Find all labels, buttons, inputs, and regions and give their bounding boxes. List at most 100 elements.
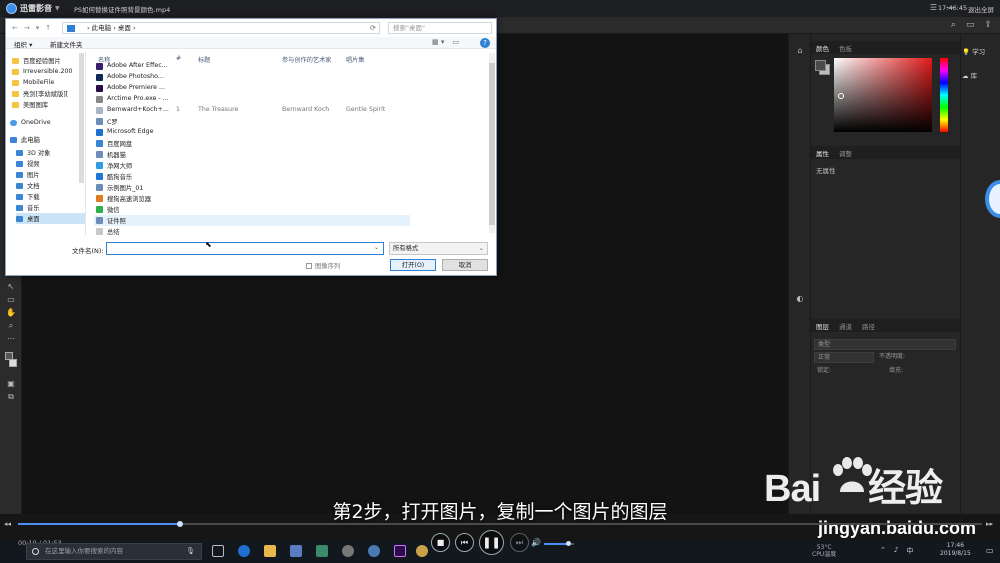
tab-adjustments[interactable]: 调整 [839, 148, 852, 158]
premiere-icon[interactable] [394, 545, 406, 557]
microphone-icon[interactable]: 🎙 [186, 544, 195, 559]
file-explorer-icon[interactable] [264, 545, 276, 557]
file-row[interactable]: Adobe Photosho... [94, 72, 410, 83]
speaker-icon[interactable]: ♪ [894, 546, 898, 556]
sidebar-item[interactable]: MobileFile [12, 77, 84, 88]
edge-icon[interactable] [238, 545, 250, 557]
tab-swatches[interactable]: 色板 [839, 43, 852, 53]
sidebar-item[interactable]: 百度经验图片 [12, 55, 84, 66]
layer-kind-filter[interactable]: 类型 [814, 339, 956, 350]
new-folder-button[interactable]: 新建文件夹 [50, 39, 83, 49]
hand-tool-icon[interactable]: ✋ [5, 308, 17, 318]
chevron-down-icon[interactable]: ⌄ [374, 244, 379, 251]
blend-mode-select[interactable]: 正常 [814, 352, 874, 363]
fill-field[interactable]: 填充: [886, 366, 936, 377]
task-view-icon[interactable] [212, 545, 224, 557]
cancel-button[interactable]: 取消 [442, 259, 488, 271]
sidebar-item[interactable]: 3D 对象 [16, 147, 85, 158]
screen-mode-icon[interactable]: ⧉ [5, 392, 17, 402]
tab-layers[interactable]: 图层 [816, 321, 829, 331]
ime-indicator[interactable]: 中 [906, 546, 913, 556]
rectangle-tool-icon[interactable]: ▭ [5, 295, 17, 305]
navigation-scrollbar[interactable] [79, 53, 84, 183]
sidebar-item[interactable]: Irreversible.200 [12, 66, 84, 77]
sidebar-item[interactable]: 文档 [16, 180, 85, 191]
volume-knob[interactable] [566, 541, 571, 546]
background-color-icon[interactable] [9, 359, 17, 367]
color-panel-fg-swatch[interactable] [815, 60, 826, 71]
sidebar-item[interactable]: 音乐 [16, 202, 85, 213]
fast-forward-icon[interactable]: ▸▸ [986, 520, 993, 528]
path-select-tool-icon[interactable]: ↖ [5, 282, 17, 292]
sidebar-item[interactable]: 桌面 [16, 213, 85, 224]
network-icon[interactable]: ⌃ [880, 546, 886, 556]
file-row[interactable]: Microsoft Edge [94, 127, 410, 138]
file-row[interactable]: Bernward+Koch+... 1 The Treasure Bernward K… [94, 105, 410, 116]
previous-button[interactable]: ⏮ [455, 533, 474, 552]
exit-fullscreen-button[interactable]: 退出全屏 [968, 4, 994, 14]
breadcrumb-this-pc[interactable]: 此电脑 [92, 24, 112, 32]
share-icon[interactable]: ⇪ [984, 20, 992, 30]
progress-knob[interactable] [177, 521, 183, 527]
file-list-scroll-thumb[interactable] [489, 63, 495, 225]
sidebar-item[interactable]: 视频 [16, 158, 85, 169]
sidebar-item[interactable]: OneDrive [10, 117, 82, 128]
sidebar-item[interactable]: 亮剑[李幼斌版][ [12, 88, 84, 99]
quick-mask-icon[interactable]: ▣ [5, 379, 17, 389]
color-picker-marker[interactable] [838, 93, 844, 99]
tab-paths[interactable]: 路径 [862, 321, 875, 331]
app-icon-4[interactable] [368, 545, 380, 557]
file-row[interactable]: Adobe Premiere ... [94, 83, 410, 94]
sidebar-item[interactable]: 图片 [16, 169, 85, 180]
pause-button[interactable]: ❚❚ [479, 530, 504, 555]
back-arrow-icon[interactable]: ← [12, 24, 18, 32]
forward-arrow-icon[interactable]: → [24, 24, 30, 32]
search-input[interactable]: 搜索"桌面" [388, 22, 492, 34]
app-icon-1[interactable] [290, 545, 302, 557]
file-row[interactable]: 微信 [94, 204, 410, 215]
breadcrumb-desktop[interactable]: 桌面 [118, 24, 131, 32]
hue-slider[interactable] [940, 58, 948, 132]
adjust-icon[interactable]: ◐ [794, 294, 806, 304]
file-row[interactable]: 机器猫 [94, 149, 410, 160]
file-row[interactable]: 搜狗高速浏览器 [94, 193, 410, 204]
learn-panel-button[interactable]: 💡 学习 [962, 46, 985, 56]
sidebar-item[interactable]: 下载 [16, 191, 85, 202]
filename-input[interactable] [106, 242, 384, 255]
windows-start-icon[interactable] [6, 544, 20, 558]
file-type-select[interactable]: 所有格式 ⌄ [389, 242, 488, 255]
tab-properties[interactable]: 属性 [816, 148, 829, 158]
history-icon[interactable]: ⌂ [794, 46, 806, 56]
file-row[interactable]: 总结 [94, 226, 410, 235]
sidebar-item[interactable]: 此电脑 [10, 134, 82, 145]
file-row[interactable]: 证件照 [94, 215, 410, 226]
view-options-icon[interactable]: ▦ ▾ [432, 38, 444, 46]
file-row[interactable]: C罗 [94, 116, 410, 127]
breadcrumb[interactable]: › 此电脑 › 桌面 › [62, 22, 380, 34]
next-button[interactable]: ⏭ [510, 533, 529, 552]
file-row[interactable]: Adobe After Effec... [94, 61, 410, 72]
help-icon[interactable]: ? [480, 38, 490, 48]
file-row[interactable]: 净网大师 [94, 160, 410, 171]
opacity-field[interactable]: 不透明度: [876, 352, 936, 363]
file-row[interactable]: 示例图片_01 [94, 182, 410, 193]
app-icon-3[interactable] [342, 545, 354, 557]
open-button[interactable]: 打开(O) [390, 259, 436, 271]
image-sequence-checkbox[interactable]: 图像序列 [306, 261, 340, 270]
library-panel-button[interactable]: ☁ 库 [962, 70, 977, 80]
search-icon[interactable]: ⌕ [951, 20, 956, 30]
refresh-icon[interactable]: ⟳ [370, 24, 376, 32]
more-tools-icon[interactable]: ⋯ [5, 334, 17, 344]
chevron-down-icon[interactable]: ▾ [36, 24, 40, 32]
preview-pane-icon[interactable]: ▭ [452, 38, 459, 46]
app-icon-5[interactable] [416, 545, 428, 557]
tab-color[interactable]: 颜色 [816, 43, 829, 53]
player-logo[interactable]: 迅雷影音 ▼ [6, 2, 70, 15]
taskbar-search-input[interactable]: 在这里输入你要搜索的内容 🎙 [26, 543, 202, 560]
sidebar-item[interactable]: 美图图库 [12, 99, 84, 110]
volume-icon[interactable]: 🔊 [531, 538, 541, 547]
color-picker-field[interactable] [834, 58, 932, 132]
lock-controls[interactable]: 锁定: [814, 366, 874, 377]
notification-icon[interactable]: ▭ [986, 546, 994, 555]
file-row[interactable]: 百度网盘 [94, 138, 410, 149]
